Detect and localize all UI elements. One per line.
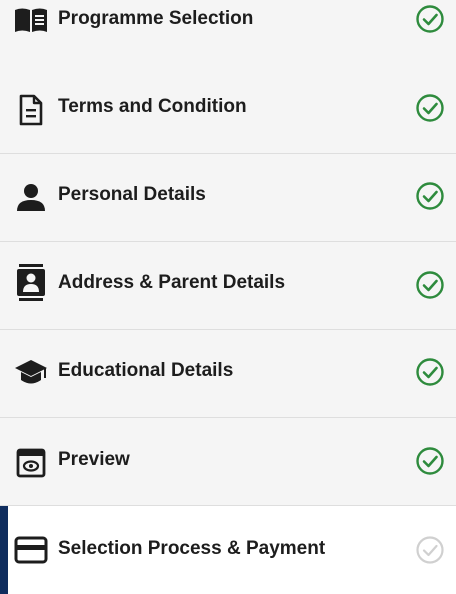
user-icon xyxy=(14,180,48,214)
step-programme-selection[interactable]: Programme Selection xyxy=(0,0,456,68)
step-label: Terms and Condition xyxy=(58,96,247,117)
preview-icon xyxy=(14,446,48,480)
step-personal-details[interactable]: Personal Details xyxy=(0,154,456,242)
step-preview[interactable]: Preview xyxy=(0,418,456,506)
step-label: Educational Details xyxy=(58,360,234,381)
check-circle-icon xyxy=(414,92,446,124)
document-icon xyxy=(14,93,48,127)
step-educational-details[interactable]: Educational Details xyxy=(0,330,456,418)
book-open-icon xyxy=(14,3,48,37)
step-label: Address & Parent Details xyxy=(58,272,286,293)
step-label: Programme Selection xyxy=(58,8,254,29)
check-circle-icon xyxy=(414,356,446,388)
step-label: Selection Process & Payment xyxy=(58,538,326,559)
contact-card-icon xyxy=(14,264,48,301)
check-circle-icon xyxy=(414,534,446,566)
step-terms-and-condition[interactable]: Terms and Condition xyxy=(0,66,456,154)
check-circle-icon xyxy=(414,3,446,35)
wizard-steps-list: Programme Selection Terms and Condition xyxy=(0,0,456,594)
credit-card-icon xyxy=(14,533,48,567)
check-circle-icon xyxy=(414,180,446,212)
step-label: Personal Details xyxy=(58,184,206,205)
active-step-indicator xyxy=(0,506,8,594)
step-address-parent-details[interactable]: Address & Parent Details xyxy=(0,242,456,330)
check-circle-icon xyxy=(414,445,446,477)
step-selection-process-payment[interactable]: Selection Process & Payment xyxy=(0,506,456,594)
graduation-cap-icon xyxy=(14,356,48,390)
check-circle-icon xyxy=(414,269,446,301)
step-label: Preview xyxy=(58,449,130,470)
